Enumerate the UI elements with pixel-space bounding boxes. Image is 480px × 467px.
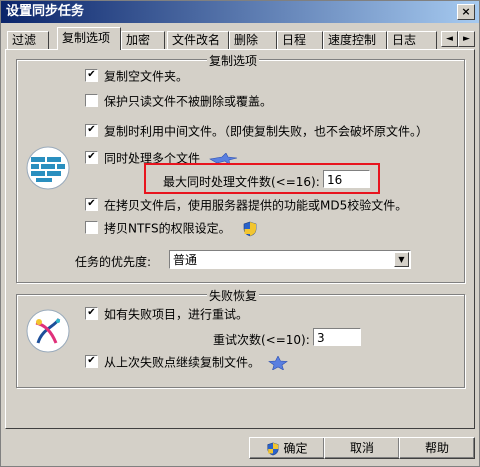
copy-empty-folders-checkbox[interactable]: ✔ bbox=[85, 69, 98, 82]
copy-ntfs-label: 拷贝NTFS的权限设定。 bbox=[104, 221, 231, 236]
chevron-down-icon[interactable]: ▼ bbox=[394, 252, 409, 267]
cancel-button[interactable]: 取消 bbox=[324, 437, 400, 459]
tab-scroll: ◄ ► bbox=[441, 30, 475, 47]
retry-label: 如有失败项目，进行重试。 bbox=[104, 307, 249, 322]
shield-icon bbox=[244, 221, 257, 236]
tab-scroll-right-icon[interactable]: ► bbox=[458, 31, 475, 47]
copy-options-icon bbox=[26, 146, 70, 190]
verify-md5-checkbox[interactable]: ✔ bbox=[85, 198, 98, 211]
copy-empty-folders-row[interactable]: ✔ 复制空文件夹。 bbox=[85, 68, 188, 84]
retry-count-input[interactable]: 3 bbox=[313, 328, 361, 346]
ok-button[interactable]: 确定 bbox=[249, 437, 325, 459]
resume-label: 从上次失败点继续复制文件。 bbox=[104, 355, 261, 370]
tab-speed-control[interactable]: 速度控制 bbox=[323, 31, 387, 49]
protect-readonly-checkbox[interactable] bbox=[85, 94, 98, 107]
copy-options-group: 复制选项 ✔ 复制空文件夹。 保护只读文件不被删除或覆盖。 ✔ 复制时利用中间文… bbox=[16, 52, 465, 283]
close-button[interactable]: × bbox=[457, 4, 475, 20]
ok-button-label: 确定 bbox=[283, 441, 308, 456]
failure-recovery-group-title: 失败恢复 bbox=[207, 287, 260, 304]
tab-delete[interactable]: 删除 bbox=[229, 31, 277, 49]
verify-md5-row[interactable]: ✔ 在拷贝文件后，使用服务器提供的功能或MD5校验文件。 bbox=[85, 197, 407, 213]
tab-rename[interactable]: 文件改名 bbox=[167, 31, 229, 49]
priority-select[interactable]: 普通 ▼ bbox=[169, 250, 411, 269]
star-badge-icon-2 bbox=[267, 354, 288, 371]
max-files-label: 最大同时处理文件数(<=16): bbox=[163, 175, 320, 189]
tab-filter[interactable]: 过滤 bbox=[7, 31, 49, 49]
tab-panel: 复制选项 ✔ 复制空文件夹。 保护只读文件不被删除或覆盖。 ✔ 复制时利用中间文… bbox=[5, 49, 475, 429]
use-temp-file-row[interactable]: ✔ 复制时利用中间文件。（即使复制失败，也不会破坏原文件。） bbox=[85, 123, 428, 139]
max-files-input[interactable]: 16 bbox=[323, 170, 370, 188]
tab-schedule[interactable]: 日程 bbox=[277, 31, 323, 49]
window-title: 设置同步任务 bbox=[6, 4, 85, 19]
use-temp-file-checkbox[interactable]: ✔ bbox=[85, 124, 98, 137]
shield-icon-ok bbox=[267, 442, 279, 455]
failure-recovery-group: 失败恢复 ✔ 如有失败项目，进行重试。 重试次数(<=10): 3 ✔ 从上次失败点… bbox=[16, 287, 465, 388]
tab-scroll-left-icon[interactable]: ◄ bbox=[441, 31, 458, 47]
tab-strip: 过滤 复制选项 加密 文件改名 删除 日程 速度控制 日志 ◄ ► bbox=[5, 27, 477, 50]
copy-ntfs-row[interactable]: 拷贝NTFS的权限设定。 bbox=[85, 220, 258, 236]
resume-checkbox[interactable]: ✔ bbox=[85, 355, 98, 368]
use-temp-file-label: 复制时利用中间文件。（即使复制失败，也不会破坏原文件。） bbox=[104, 124, 429, 139]
dialog-window: 设置同步任务 × 过滤 复制选项 加密 文件改名 删除 日程 速度控制 日志 ◄… bbox=[0, 0, 480, 467]
protect-readonly-label: 保护只读文件不被删除或覆盖。 bbox=[104, 94, 273, 109]
recovery-icon bbox=[26, 309, 70, 353]
copy-empty-folders-label: 复制空文件夹。 bbox=[104, 69, 189, 84]
retry-checkbox[interactable]: ✔ bbox=[85, 307, 98, 320]
retry-row[interactable]: ✔ 如有失败项目，进行重试。 bbox=[85, 306, 248, 322]
tab-copy-options[interactable]: 复制选项 bbox=[57, 27, 121, 50]
protect-readonly-row[interactable]: 保护只读文件不被删除或覆盖。 bbox=[85, 93, 272, 109]
copy-options-group-title: 复制选项 bbox=[207, 52, 260, 69]
verify-md5-label: 在拷贝文件后，使用服务器提供的功能或MD5校验文件。 bbox=[104, 198, 408, 213]
priority-value: 普通 bbox=[173, 253, 198, 267]
tab-log[interactable]: 日志 bbox=[387, 31, 437, 49]
tab-encryption[interactable]: 加密 bbox=[121, 31, 165, 49]
parallel-checkbox[interactable]: ✔ bbox=[85, 151, 98, 164]
retry-count-label: 重试次数(<=10): bbox=[213, 333, 310, 347]
help-button[interactable]: 帮助 bbox=[399, 437, 475, 459]
copy-ntfs-checkbox[interactable] bbox=[85, 221, 98, 234]
title-bar: 设置同步任务 × bbox=[1, 1, 479, 23]
resume-row[interactable]: ✔ 从上次失败点继续复制文件。 bbox=[85, 354, 288, 371]
priority-label: 任务的优先度: bbox=[75, 255, 152, 269]
